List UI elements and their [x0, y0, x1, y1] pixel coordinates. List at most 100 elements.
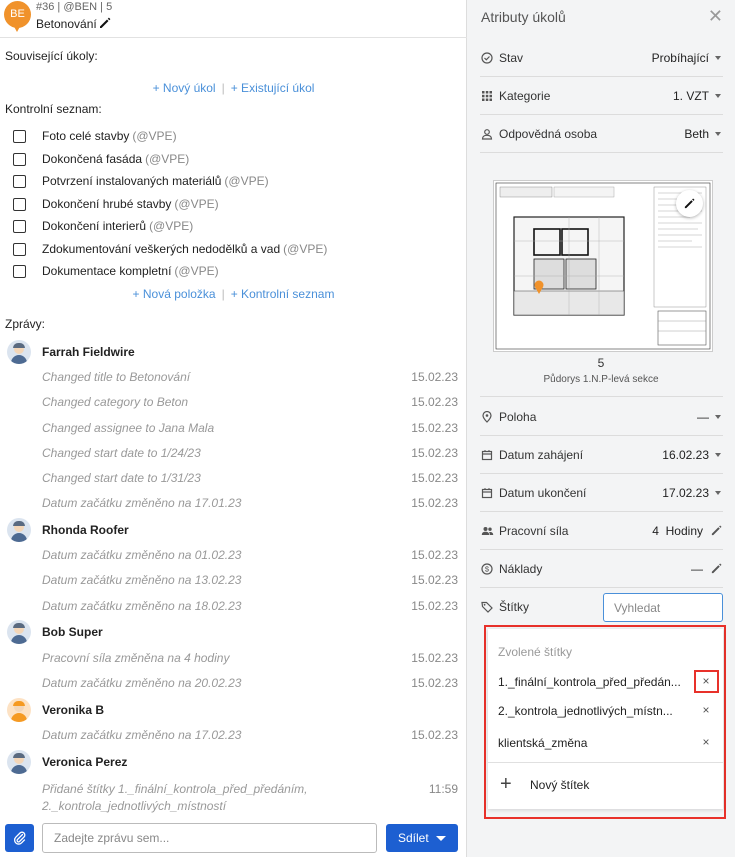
remove-tag-icon[interactable]: ×: [699, 703, 713, 717]
checklist-item[interactable]: Dokončení hrubé stavby (@VPE): [13, 196, 219, 212]
person-icon: [480, 127, 494, 141]
plan-divider: [480, 396, 723, 397]
grid-icon: [480, 89, 494, 103]
task-marker-avatar: BE: [4, 1, 31, 33]
checkbox[interactable]: [13, 264, 26, 278]
checkbox[interactable]: [13, 129, 26, 143]
new-task-link[interactable]: + Nový úkol: [153, 81, 216, 95]
status-field[interactable]: Stav Probíhající: [480, 39, 723, 77]
checkbox[interactable]: [13, 219, 26, 233]
status-icon: [480, 51, 494, 65]
chevron-down-icon: [715, 132, 721, 136]
avatar: [7, 340, 31, 364]
assignee-field[interactable]: Odpovědná osoba Beth: [480, 115, 723, 153]
start-date-field[interactable]: Datum zahájení 16.02.23: [480, 436, 723, 474]
dollar-icon: $: [480, 562, 494, 576]
edit-plan-button[interactable]: [676, 190, 703, 217]
task-detail-pane: BE #36 | @BEN | 5 Betonování Související…: [0, 0, 467, 857]
remove-tag-icon[interactable]: ×: [699, 735, 713, 749]
selected-tag: 1._finální_kontrola_před_předán... ×: [498, 673, 716, 693]
message-entry: Pracovní síla změněna na 4 hodiny 15.02.2…: [42, 651, 458, 665]
checklist-item[interactable]: Dokumentace kompletní (@VPE): [13, 263, 219, 279]
cost-value: —: [691, 561, 703, 576]
message-entry: Datum začátku změněno na 01.02.23 15.02.2…: [42, 548, 458, 562]
message-author: Bob Super: [7, 619, 103, 645]
message-entry: Changed category to Beton 15.02.23: [42, 395, 458, 409]
tag-search-input[interactable]: [603, 593, 723, 622]
people-icon: [480, 524, 494, 538]
start-date-value: 16.02.23: [662, 447, 709, 462]
plan-name: Půdorys 1.N.P-levá sekce: [543, 374, 659, 385]
message-entry: Changed title to Betonování 15.02.23: [42, 370, 458, 384]
tag-icon: [480, 600, 494, 614]
checklist-links: + Nová položka | + Kontrolní seznam: [132, 287, 335, 301]
pencil-icon[interactable]: [710, 524, 723, 537]
task-title[interactable]: Betonování: [36, 17, 97, 31]
pencil-icon[interactable]: [710, 562, 723, 575]
chevron-down-icon: [715, 94, 721, 98]
cost-field[interactable]: $ Náklady —: [480, 550, 723, 588]
close-icon[interactable]: ✕: [708, 6, 723, 27]
checkbox[interactable]: [13, 152, 26, 166]
attach-button[interactable]: [5, 824, 34, 852]
message-author: Rhonda Roofer: [7, 517, 129, 543]
category-field[interactable]: Kategorie 1. VZT: [480, 77, 723, 115]
message-entry: Přidané štítky 1._finální_kontrola_před_…: [42, 782, 458, 813]
task-meta: #36 | @BEN | 5: [36, 1, 113, 13]
location-value: —: [697, 409, 709, 424]
checklist-item[interactable]: Foto celé stavby (@VPE): [13, 128, 177, 144]
location-pin-icon: [480, 410, 494, 424]
pencil-icon: [684, 198, 695, 209]
message-entry: Datum začátku změněno na 13.02.23 15.02.2…: [42, 573, 458, 587]
messages-label: Zprávy:: [5, 317, 46, 331]
checklist-item[interactable]: Zdokumentování veškerých nedodělků a vad…: [13, 241, 327, 257]
share-button[interactable]: Sdílet: [386, 824, 458, 852]
selected-tag: 2._kontrola_jednotlivých_místn... ×: [498, 702, 716, 722]
message-input[interactable]: [42, 823, 377, 853]
new-item-link[interactable]: + Nová položka: [133, 287, 216, 301]
checklist-item[interactable]: Dokončená fasáda (@VPE): [13, 151, 189, 167]
message-author: Veronika B: [7, 697, 104, 723]
new-checklist-link[interactable]: + Kontrolní seznam: [231, 287, 335, 301]
message-entry: Changed assignee to Jana Mala 15.02.23: [42, 421, 458, 435]
avatar: [7, 518, 31, 542]
selected-tags-heading: Zvolené štítky: [498, 645, 573, 659]
checklist-item[interactable]: Potvrzení instalovaných materiálů (@VPE): [13, 173, 269, 189]
related-tasks-label: Související úkoly:: [5, 49, 98, 63]
new-tag-button[interactable]: + Nový štítek: [488, 762, 723, 806]
chevron-down-icon: [715, 415, 721, 419]
chevron-down-icon: [436, 836, 446, 841]
category-value: 1. VZT: [672, 88, 709, 103]
message-entry: Datum začátku změněno na 17.01.23 15.02.2…: [42, 496, 458, 510]
tag-dropdown: Zvolené štítky 1._finální_kontrola_před_…: [484, 625, 726, 819]
checkbox[interactable]: [13, 197, 26, 211]
checkbox[interactable]: [13, 242, 26, 256]
location-field[interactable]: Poloha —: [480, 398, 723, 436]
assignee-value: Beth: [684, 126, 709, 141]
message-entry: Datum začátku změněno na 18.02.23 15.02.2…: [42, 599, 458, 613]
existing-task-link[interactable]: + Existující úkol: [231, 81, 315, 95]
manpower-field[interactable]: Pracovní síla 4 Hodiny: [480, 512, 723, 550]
tag-dropdown-menu: Zvolené štítky 1._finální_kontrola_před_…: [488, 629, 723, 809]
checklist-label: Kontrolní seznam:: [5, 102, 102, 116]
checklist-item[interactable]: Dokončení interierů (@VPE): [13, 218, 193, 234]
message-author: Farrah Fieldwire: [7, 339, 135, 365]
edit-title-icon[interactable]: [98, 16, 112, 30]
end-date-field[interactable]: Datum ukončení 17.02.23: [480, 474, 723, 512]
selected-tag: klientská_změna ×: [498, 734, 716, 754]
manpower-value: 4 Hodiny: [652, 523, 703, 538]
task-header: BE #36 | @BEN | 5 Betonování: [0, 0, 467, 38]
message-author: Veronica Perez: [7, 749, 127, 775]
calendar-icon: [480, 486, 494, 500]
panel-title: Atributy úkolů: [481, 9, 566, 25]
paperclip-icon: [13, 831, 25, 845]
end-date-value: 17.02.23: [662, 485, 709, 500]
avatar: [7, 698, 31, 722]
message-entry: Changed start date to 1/31/23 15.02.23: [42, 471, 458, 485]
message-composer: Sdílet: [0, 820, 467, 857]
checkbox[interactable]: [13, 174, 26, 188]
message-entry: Datum začátku změněno na 17.02.23 15.02.2…: [42, 728, 458, 742]
highlight-box: [694, 670, 719, 693]
status-value: Probíhající: [651, 50, 709, 65]
chevron-down-icon: [715, 491, 721, 495]
